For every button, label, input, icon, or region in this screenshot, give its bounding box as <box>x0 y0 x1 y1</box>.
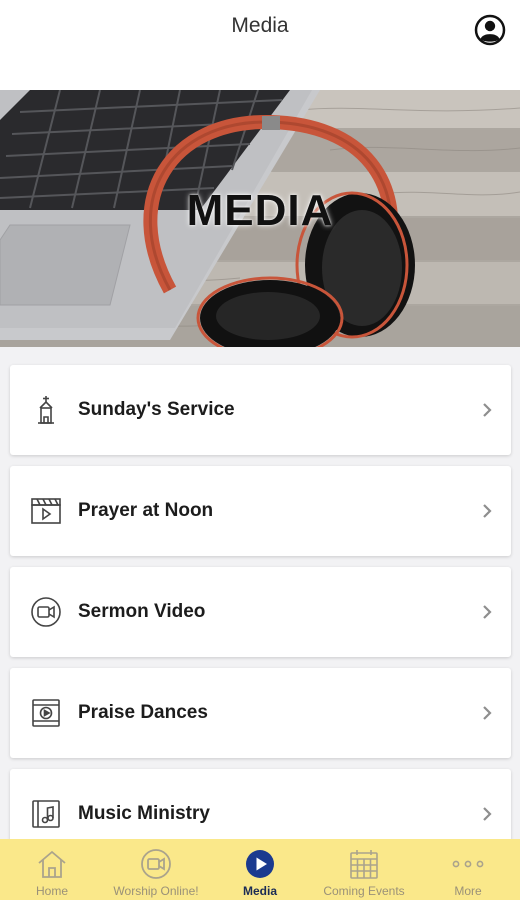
tab-worship-online[interactable]: Worship Online! <box>104 839 208 900</box>
home-icon <box>35 847 69 881</box>
menu-item-sundays-service[interactable]: Sunday's Service <box>10 365 511 455</box>
play-circle-icon <box>243 847 277 881</box>
calendar-icon <box>347 847 381 881</box>
tab-media[interactable]: Media <box>208 839 312 900</box>
page-title: Media <box>231 14 289 37</box>
tab-more[interactable]: More <box>416 839 520 900</box>
tab-coming-events[interactable]: Coming Events <box>312 839 416 900</box>
tab-label: More <box>454 884 482 898</box>
chevron-right-icon <box>483 706 492 720</box>
chevron-right-icon <box>483 403 492 417</box>
tab-home[interactable]: Home <box>0 839 104 900</box>
tab-label: Home <box>35 884 68 898</box>
media-banner-image: MEDIA <box>0 90 520 347</box>
play-film-icon <box>30 697 62 729</box>
menu-item-prayer-at-noon[interactable]: Prayer at Noon <box>10 466 511 556</box>
tab-label: Coming Events <box>323 884 405 898</box>
media-menu-list: Sunday's Service Prayer at Noon Sermon V… <box>10 365 511 870</box>
chevron-right-icon <box>483 807 492 821</box>
tab-label: Media <box>242 884 277 898</box>
menu-item-label: Music Ministry <box>78 803 210 824</box>
top-navigation-bar: Media <box>0 0 520 90</box>
menu-item-label: Prayer at Noon <box>78 500 214 521</box>
menu-item-label: Praise Dances <box>78 702 208 723</box>
video-clapper-icon <box>30 495 62 527</box>
video-camera-icon <box>139 847 173 881</box>
menu-item-praise-dances[interactable]: Praise Dances <box>10 668 511 758</box>
music-note-icon <box>30 798 62 830</box>
church-icon <box>30 394 62 426</box>
menu-item-sermon-video[interactable]: Sermon Video <box>10 567 511 657</box>
bottom-tab-bar: Home Worship Online! Media Coming Events… <box>0 839 520 900</box>
video-camera-icon <box>30 596 62 628</box>
menu-item-label: Sermon Video <box>78 601 206 622</box>
more-dots-icon <box>451 847 485 881</box>
chevron-right-icon <box>483 504 492 518</box>
banner-title: MEDIA <box>186 186 334 235</box>
user-profile-icon[interactable] <box>474 14 506 46</box>
chevron-right-icon <box>483 605 492 619</box>
menu-item-label: Sunday's Service <box>78 399 235 420</box>
tab-label: Worship Online! <box>113 884 199 898</box>
